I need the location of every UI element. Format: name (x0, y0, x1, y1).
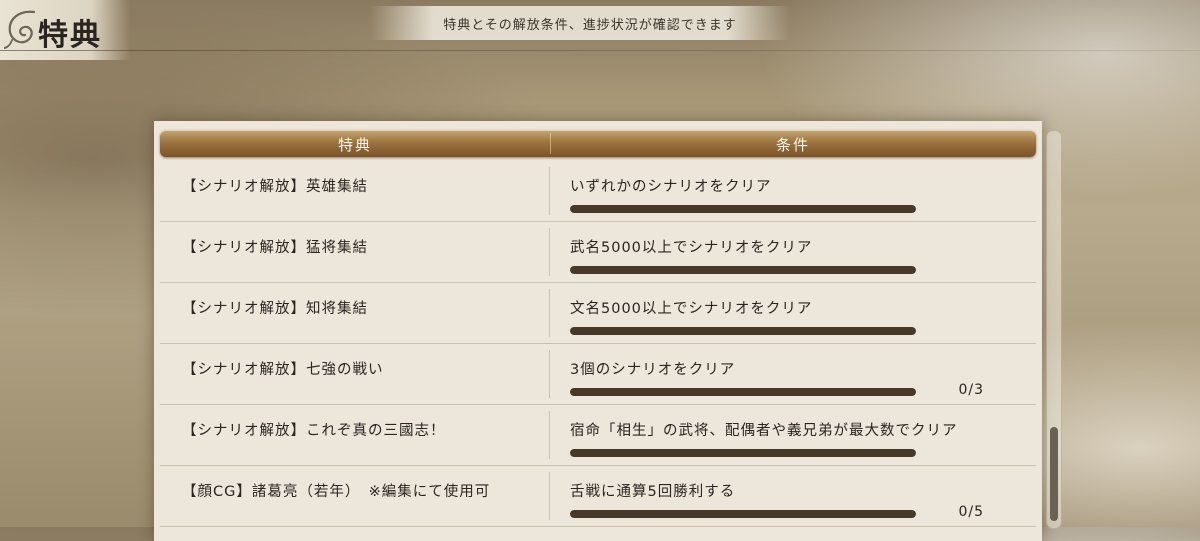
progress-fill (570, 510, 916, 518)
progress-fill (570, 388, 916, 396)
progress-fill (570, 205, 916, 213)
progress-bar (570, 327, 916, 335)
progress-bar (570, 449, 916, 457)
reward-row[interactable]: 【シナリオ解放】知将集結 文名5000以上でシナリオをクリア (160, 283, 1036, 344)
progress-fill (570, 266, 916, 274)
row-divider (549, 350, 550, 398)
condition-text: 武名5000以上でシナリオをクリア (570, 240, 813, 256)
page-title: 特典 (38, 18, 102, 53)
reward-row[interactable]: 【シナリオ解放】英雄集結 いずれかのシナリオをクリア (160, 161, 1036, 222)
progress-count: 0/5 (958, 504, 984, 520)
row-divider (549, 411, 550, 459)
condition-text: 舌戦に通算5回勝利する (570, 484, 736, 500)
rewards-panel: 特典 条件 【シナリオ解放】英雄集結 いずれかのシナリオをクリア 【シナリオ解放… (154, 121, 1042, 541)
column-header-reward: 特典 (337, 136, 372, 154)
condition-text: 3個のシナリオをクリア (570, 362, 736, 378)
condition-text: 宿命「相生」の武将、配偶者や義兄弟が最大数でクリア (570, 423, 958, 439)
column-header-condition: 条件 (775, 136, 810, 154)
progress-bar (570, 388, 916, 396)
progress-fill (570, 327, 916, 335)
reward-row[interactable]: 【シナリオ解放】七強の戦い 3個のシナリオをクリア 0/3 (160, 344, 1036, 405)
reward-name: 【顔CG】諸葛亮（若年） ※編集にて使用可 (182, 484, 491, 500)
row-divider (549, 472, 550, 520)
reward-row[interactable]: 【シナリオ解放】これぞ真の三國志！ 宿命「相生」の武将、配偶者や義兄弟が最大数で… (160, 405, 1036, 466)
reward-name: 【シナリオ解放】七強の戦い (182, 362, 384, 378)
reward-name: 【シナリオ解放】これぞ真の三國志！ (182, 423, 446, 439)
row-divider (549, 289, 550, 337)
header-bar: 特典 特典とその解放条件、進捗状況が確認できます (0, 0, 1200, 60)
condition-text: 文名5000以上でシナリオをクリア (570, 301, 813, 317)
reward-name: 【シナリオ解放】英雄集結 (182, 179, 368, 195)
scrollbar[interactable] (1046, 130, 1062, 529)
rewards-list: 【シナリオ解放】英雄集結 いずれかのシナリオをクリア 【シナリオ解放】猛将集結 … (160, 161, 1036, 527)
reward-row[interactable]: 【顔CG】諸葛亮（若年） ※編集にて使用可 舌戦に通算5回勝利する 0/5 (160, 466, 1036, 527)
header-divider (0, 50, 1200, 51)
progress-bar (570, 205, 916, 213)
progress-bar (570, 510, 916, 518)
row-divider (549, 228, 550, 276)
reward-name: 【シナリオ解放】猛将集結 (182, 240, 368, 256)
reward-name: 【シナリオ解放】知将集結 (182, 301, 368, 317)
scrollbar-thumb[interactable] (1050, 427, 1058, 521)
row-divider (549, 167, 550, 215)
progress-bar (570, 266, 916, 274)
swirl-ornament-icon (4, 10, 36, 49)
table-header: 特典 条件 (160, 130, 1036, 157)
progress-count: 0/3 (958, 382, 984, 398)
page-subtitle: 特典とその解放条件、進捗状況が確認できます (443, 18, 737, 33)
title-plate: 特典 (0, 0, 130, 60)
progress-fill (570, 449, 916, 457)
reward-row[interactable]: 【シナリオ解放】猛将集結 武名5000以上でシナリオをクリア (160, 222, 1036, 283)
condition-text: いずれかのシナリオをクリア (570, 179, 772, 195)
